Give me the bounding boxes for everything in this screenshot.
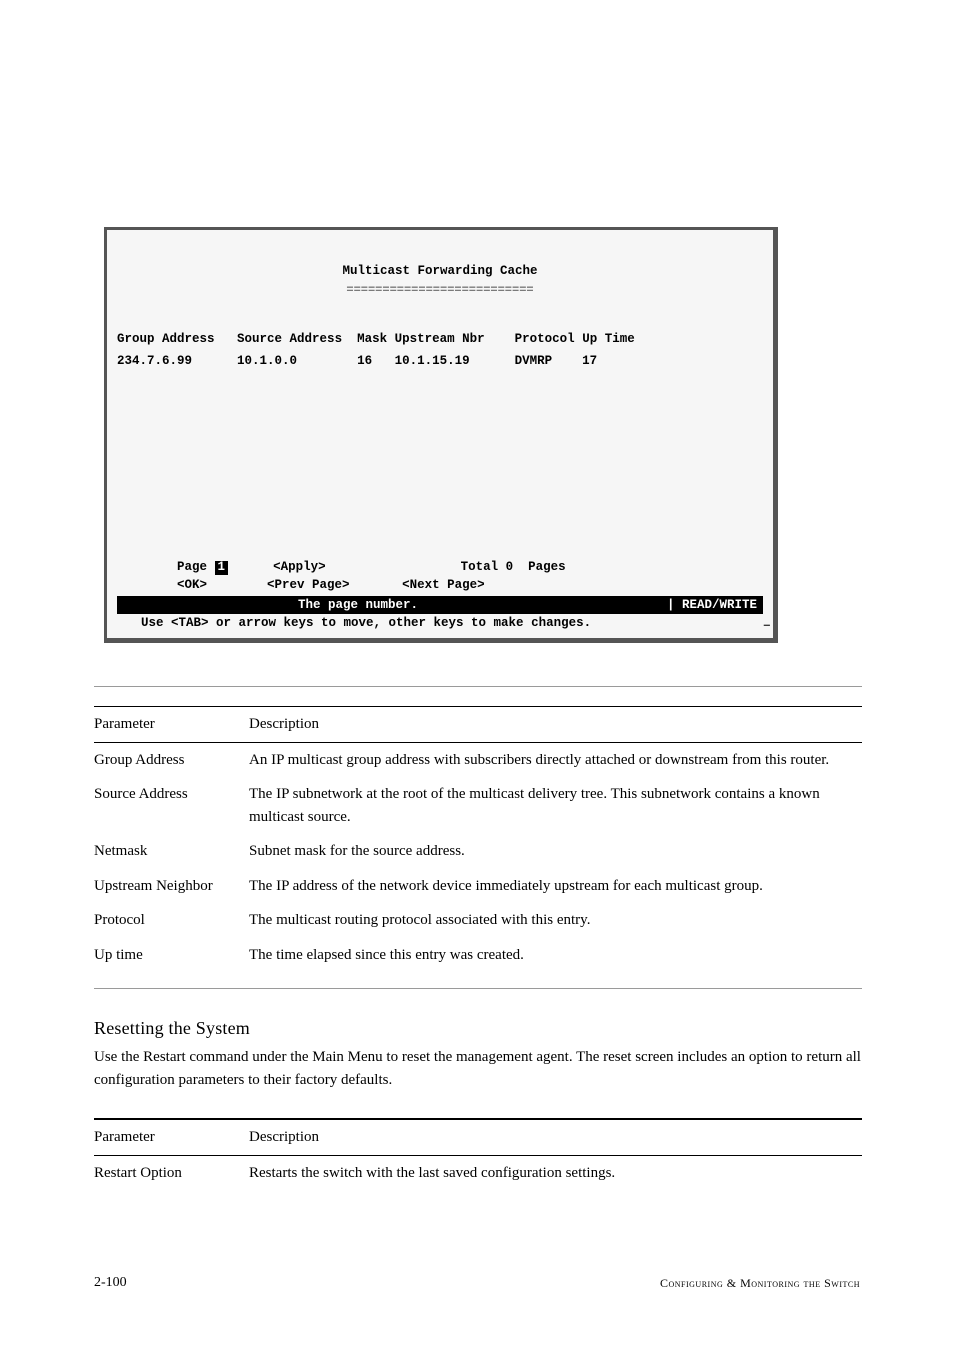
param-name: Protocol [94,903,249,938]
page-number-input[interactable]: 1 [215,561,229,575]
cell-protocol: DVMRP [515,354,553,368]
param-desc: An IP multicast group address with subsc… [249,742,862,777]
terminal-title: Multicast Forwarding Cache [117,262,763,280]
param-name: Source Address [94,777,249,834]
section-heading: Resetting the System [94,1018,862,1039]
cell-group-address: 234.7.6.99 [117,354,192,368]
col-protocol: Protocol [515,332,575,346]
ok-button[interactable]: <OK> [177,578,207,592]
param-name: Upstream Neighbor [94,869,249,904]
next-page-button[interactable]: <Next Page> [402,578,485,592]
param-desc: The time elapsed since this entry was cr… [249,938,862,973]
col-upstream-nbr: Upstream Nbr [395,332,485,346]
param-desc: Subnet mask for the source address. [249,834,862,869]
col-source-address: Source Address [237,332,342,346]
col-group-address: Group Address [117,332,215,346]
cell-mask: 16 [357,354,372,368]
terminal-title-underline: ========================== [117,282,763,299]
parameters-table: ParameterDescription Group AddressAn IP … [94,706,862,972]
restart-table-wrapper: ParameterDescription Restart OptionResta… [94,1118,862,1190]
param-name: Restart Option [94,1155,249,1190]
nav-buttons-row: <OK> <Prev Page> <Next Page> [117,576,763,594]
table-header-desc: Description [249,707,862,743]
page-label: Page [177,560,207,574]
table-row: 234.7.6.99 10.1.0.0 16 10.1.15.19 DVMRP … [117,352,763,370]
total-label: Total [461,560,499,574]
pages-label: Pages [528,560,566,574]
parameters-table-wrapper: ParameterDescription Group AddressAn IP … [94,706,862,972]
cell-up-time: 17 [582,354,597,368]
param-name: Group Address [94,742,249,777]
col-mask: Mask [357,332,387,346]
param-name: Up time [94,938,249,973]
param-desc: The IP subnetwork at the root of the mul… [249,777,862,834]
pagination-row: Page 1 <Apply> Total 0 Pages [117,558,763,576]
param-desc: The multicast routing protocol associate… [249,903,862,938]
table-header-param: Parameter [94,1119,249,1155]
cell-upstream-nbr: 10.1.15.19 [395,354,470,368]
table-header-desc: Description [249,1119,862,1155]
cell-source-address: 10.1.0.0 [237,354,297,368]
divider [94,686,862,687]
section-body: Use the Restart command under the Main M… [94,1046,862,1091]
prev-page-button[interactable]: <Prev Page> [267,578,350,592]
divider [94,988,862,989]
table-header-row: Group Address Source Address Mask Upstre… [117,330,763,348]
param-name: Netmask [94,834,249,869]
page-number: 2-100 [94,1275,127,1291]
status-message: The page number. [123,596,418,614]
help-hint: Use <TAB> or arrow keys to move, other k… [117,614,763,638]
terminal-window: Multicast Forwarding Cache =============… [104,227,778,643]
apply-button[interactable]: <Apply> [273,560,326,574]
col-up-time: Up Time [582,332,635,346]
running-head: Configuring & Monitoring the Switch [660,1276,860,1291]
total-value: 0 [506,560,514,574]
status-mode: | READ/WRITE [667,596,757,614]
resize-handle-icon: – [763,616,771,636]
status-bar: The page number. | READ/WRITE [117,596,763,614]
table-header-param: Parameter [94,707,249,743]
restart-table: ParameterDescription Restart OptionResta… [94,1118,862,1190]
param-desc: Restarts the switch with the last saved … [249,1155,862,1190]
param-desc: The IP address of the network device imm… [249,869,862,904]
